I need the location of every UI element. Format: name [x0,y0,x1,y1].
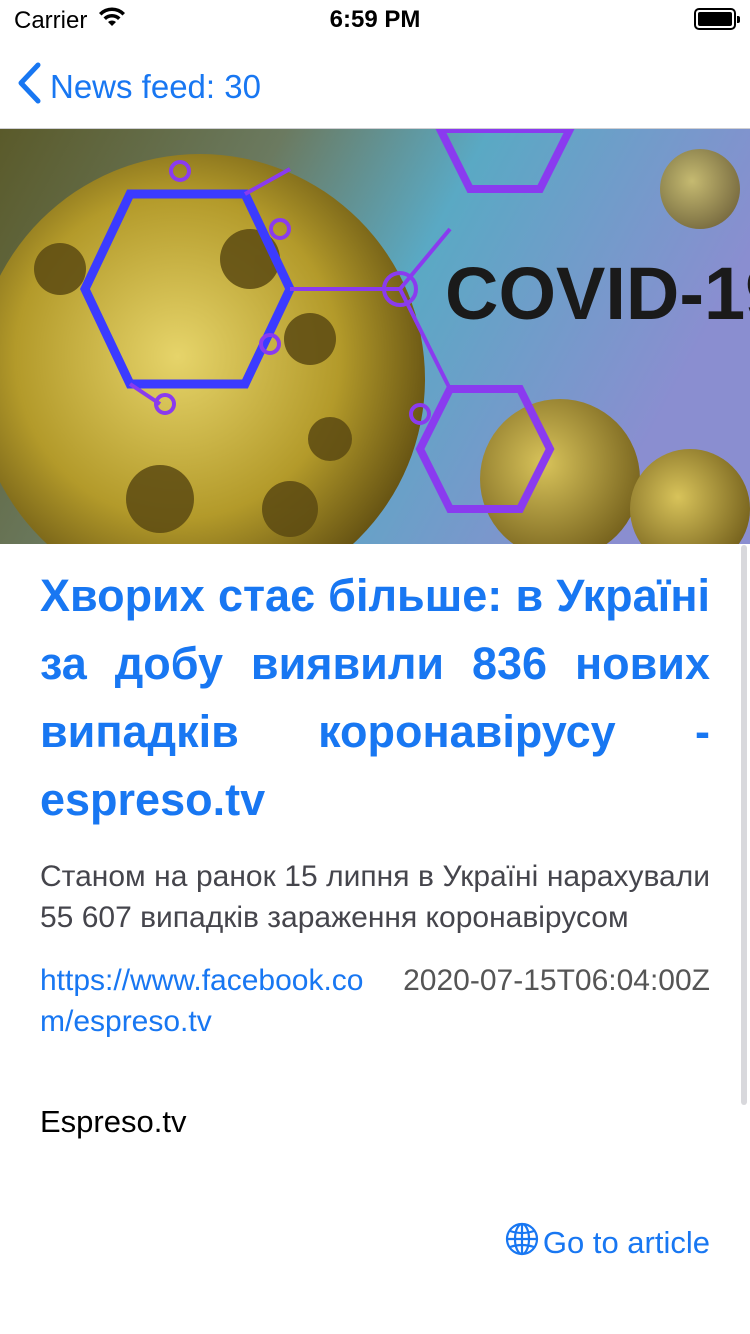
scroll-indicator[interactable] [741,545,747,1105]
battery-icon [694,8,740,30]
back-button-label: News feed: 30 [50,68,261,105]
publish-date: 2020-07-15T06:04:00Z [403,964,710,997]
back-button[interactable]: News feed: 30 [16,62,261,112]
publisher-name: Espreso.tv [40,1104,187,1139]
source-link[interactable]: https://www.facebook.com/espreso.tv [40,960,370,1042]
go-to-article-label: Go to article [542,1225,710,1260]
navigation-bar: News feed: 30 [0,40,750,129]
article-summary: Станом на ранок 15 липня в Україні нарах… [40,860,710,934]
status-time: 6:59 PM [329,6,421,33]
status-bar: Carrier 6:59 PM [0,0,750,40]
article-content: Хворих стає більше: в Україні за добу ви… [40,562,710,1142]
article-meta: https://www.facebook.com/espreso.tv 2020… [40,960,710,1080]
hero-image-text: COVID-19 [445,252,750,335]
article-title: Хворих стає більше: в Україні за добу ви… [40,570,710,825]
globe-icon [505,1222,539,1264]
article-image: COVID-19 [0,129,750,544]
chevron-left-icon [16,62,42,112]
go-to-article-button[interactable]: Go to article [505,1222,710,1264]
